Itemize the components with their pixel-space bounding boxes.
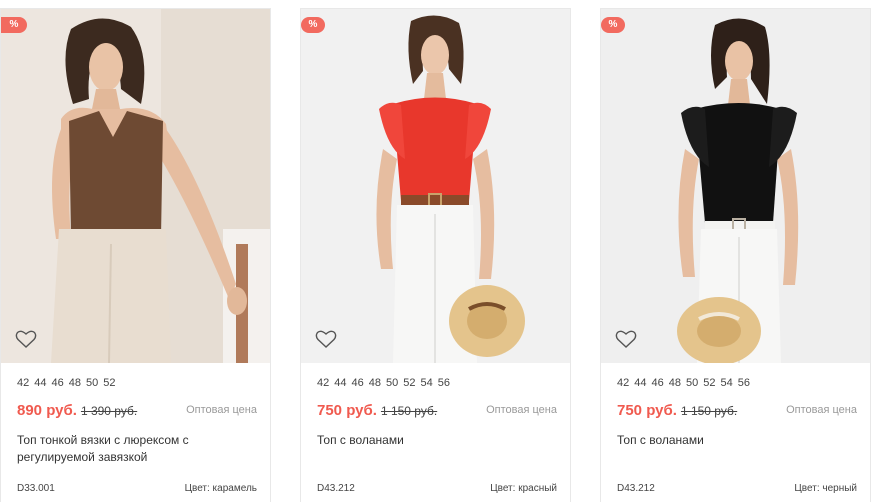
product-title[interactable]: Топ с воланами: [317, 432, 547, 449]
heart-icon[interactable]: [15, 329, 37, 349]
product-photo[interactable]: [601, 9, 870, 363]
size-option[interactable]: 42: [617, 377, 629, 389]
price-row: 890 руб. 1 390 руб. Оптовая цена: [17, 402, 257, 422]
size-list: 42 44 46 48 50 52 54 56: [317, 377, 455, 389]
size-option[interactable]: 54: [421, 377, 433, 389]
product-sku: D43.212: [617, 483, 655, 494]
size-option[interactable]: 44: [334, 377, 346, 389]
size-option[interactable]: 56: [738, 377, 750, 389]
product-sku: D43.212: [317, 483, 355, 494]
size-option[interactable]: 56: [438, 377, 450, 389]
current-price: 890 руб.: [17, 402, 77, 419]
size-option[interactable]: 46: [352, 377, 364, 389]
size-option[interactable]: 44: [634, 377, 646, 389]
size-option[interactable]: 48: [669, 377, 681, 389]
size-option[interactable]: 50: [386, 377, 398, 389]
discount-badge: %: [601, 17, 625, 33]
size-option[interactable]: 48: [69, 377, 81, 389]
product-sku: D33.001: [17, 483, 55, 494]
size-option[interactable]: 42: [317, 377, 329, 389]
size-option[interactable]: 52: [103, 377, 115, 389]
price-row: 750 руб. 1 150 руб. Оптовая цена: [617, 402, 857, 422]
size-option[interactable]: 44: [34, 377, 46, 389]
product-card[interactable]: % 42 44 46 48 50 52 54 56 750 руб. 1 150 руб. Оп…: [300, 8, 571, 502]
product-title[interactable]: Топ тонкой вязки с люрексом с регулируем…: [17, 432, 247, 466]
product-color: Цвет: красный: [490, 483, 557, 494]
heart-icon[interactable]: [615, 329, 637, 349]
size-option[interactable]: 50: [686, 377, 698, 389]
heart-icon[interactable]: [315, 329, 337, 349]
product-photo[interactable]: [301, 9, 570, 363]
product-card[interactable]: % 42 44 46 48 50 52 54 56 750 руб. 1 150 руб. Оп…: [600, 8, 871, 502]
size-option[interactable]: 42: [17, 377, 29, 389]
product-grid: % 42 44 46 48 50 52 890 руб. 1 390 руб. Оптова…: [0, 0, 871, 502]
size-list: 42 44 46 48 50 52 54 56: [617, 377, 755, 389]
product-title[interactable]: Топ с воланами: [617, 432, 847, 449]
size-option[interactable]: 48: [369, 377, 381, 389]
wholesale-price-label: Оптовая цена: [786, 404, 857, 416]
size-option[interactable]: 54: [721, 377, 733, 389]
old-price: 1 150 руб.: [680, 404, 738, 418]
product-color: Цвет: черный: [794, 483, 857, 494]
product-photo[interactable]: [1, 9, 270, 363]
wholesale-price-label: Оптовая цена: [186, 404, 257, 416]
size-option[interactable]: 50: [86, 377, 98, 389]
old-price: 1 150 руб.: [380, 404, 438, 418]
size-list: 42 44 46 48 50 52: [17, 377, 121, 389]
discount-badge: %: [1, 17, 27, 33]
size-option[interactable]: 46: [652, 377, 664, 389]
wholesale-price-label: Оптовая цена: [486, 404, 557, 416]
current-price: 750 руб.: [617, 402, 677, 419]
product-card[interactable]: % 42 44 46 48 50 52 890 руб. 1 390 руб. Оптова…: [0, 8, 271, 502]
product-color: Цвет: карамель: [184, 483, 257, 494]
size-option[interactable]: 52: [703, 377, 715, 389]
price-row: 750 руб. 1 150 руб. Оптовая цена: [317, 402, 557, 422]
current-price: 750 руб.: [317, 402, 377, 419]
size-option[interactable]: 46: [52, 377, 64, 389]
discount-badge: %: [301, 17, 325, 33]
old-price: 1 390 руб.: [80, 404, 138, 418]
size-option[interactable]: 52: [403, 377, 415, 389]
